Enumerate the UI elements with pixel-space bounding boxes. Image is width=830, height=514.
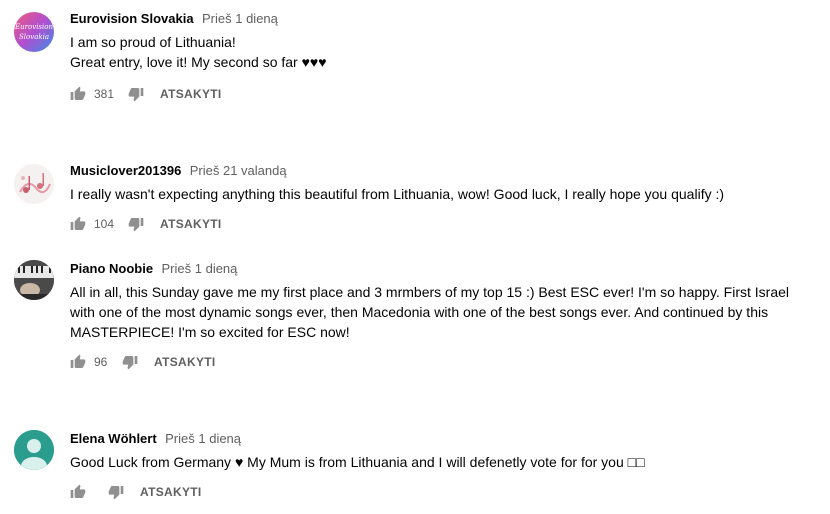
comment-text-line: Good Luck from Germany ♥ My Mum is from … <box>70 454 645 470</box>
comment-timestamp[interactable]: Prieš 1 dieną <box>162 261 238 276</box>
piano-photo-icon <box>14 260 54 300</box>
comment-timestamp[interactable]: Prieš 1 dieną <box>202 11 278 26</box>
comment-author[interactable]: Eurovision Slovakia <box>70 11 194 26</box>
default-user-icon <box>14 430 54 470</box>
avatar[interactable] <box>14 164 54 204</box>
thumb-up-icon[interactable] <box>70 354 86 370</box>
avatar-logo-line-2: Slovakia <box>19 33 49 41</box>
comment-timestamp[interactable]: Prieš 1 dieną <box>165 431 241 446</box>
comment-actions: ATSAKYTI <box>70 482 202 502</box>
comment-text: I really wasn't expecting anything this … <box>70 184 820 204</box>
thumb-up-icon[interactable] <box>70 484 86 500</box>
comment-item: Musiclover201396 Prieš 21 valandą I real… <box>0 162 830 242</box>
comment-text: Good Luck from Germany ♥ My Mum is from … <box>70 452 820 472</box>
thumb-down-icon[interactable] <box>128 86 144 102</box>
comment-timestamp[interactable]: Prieš 21 valandą <box>190 163 287 178</box>
thumb-up-icon[interactable] <box>70 86 86 102</box>
avatar[interactable]: Eurovision Slovakia <box>14 12 54 52</box>
comment-text-line: I really wasn't expecting anything this … <box>70 186 725 202</box>
reply-button[interactable]: ATSAKYTI <box>140 485 202 499</box>
avatar[interactable] <box>14 260 54 300</box>
comment-text-line: All in all, this Sunday gave me my first… <box>70 284 790 340</box>
comment-text: I am so proud of Lithuania! Great entry,… <box>70 32 820 72</box>
avatar-logo-line-1: Eurovision <box>14 23 53 31</box>
like-count: 381 <box>94 87 115 101</box>
comment-author[interactable]: Piano Noobie <box>70 261 153 276</box>
comment-item: Piano Noobie Prieš 1 dieną All in all, t… <box>0 260 830 380</box>
comment-item: Elena Wöhlert Prieš 1 dieną Good Luck fr… <box>0 430 830 510</box>
music-notes-icon <box>14 164 54 204</box>
reply-button[interactable]: ATSAKYTI <box>154 355 216 369</box>
like-count: 96 <box>94 355 108 369</box>
comment-text: All in all, this Sunday gave me my first… <box>70 282 815 342</box>
comment-author[interactable]: Elena Wöhlert <box>70 431 157 446</box>
avatar[interactable] <box>14 430 54 470</box>
eurovision-logo-icon: Eurovision Slovakia <box>14 23 53 41</box>
comment-author[interactable]: Musiclover201396 <box>70 163 181 178</box>
comment-item: Eurovision Slovakia Eurovision Slovakia … <box>0 10 830 110</box>
thumb-down-icon[interactable] <box>122 354 138 370</box>
comment-actions: 381 ATSAKYTI <box>70 84 222 104</box>
comment-text-line: I am so proud of Lithuania! <box>70 34 236 50</box>
thumb-down-icon[interactable] <box>108 484 124 500</box>
comment-actions: 104 ATSAKYTI <box>70 214 222 234</box>
comment-actions: 96 ATSAKYTI <box>70 352 216 372</box>
thumb-down-icon[interactable] <box>128 216 144 232</box>
like-count: 104 <box>94 217 115 231</box>
reply-button[interactable]: ATSAKYTI <box>160 217 222 231</box>
comment-text-line: Great entry, love it! My second so far ♥… <box>70 54 327 70</box>
thumb-up-icon[interactable] <box>70 216 86 232</box>
reply-button[interactable]: ATSAKYTI <box>160 87 222 101</box>
